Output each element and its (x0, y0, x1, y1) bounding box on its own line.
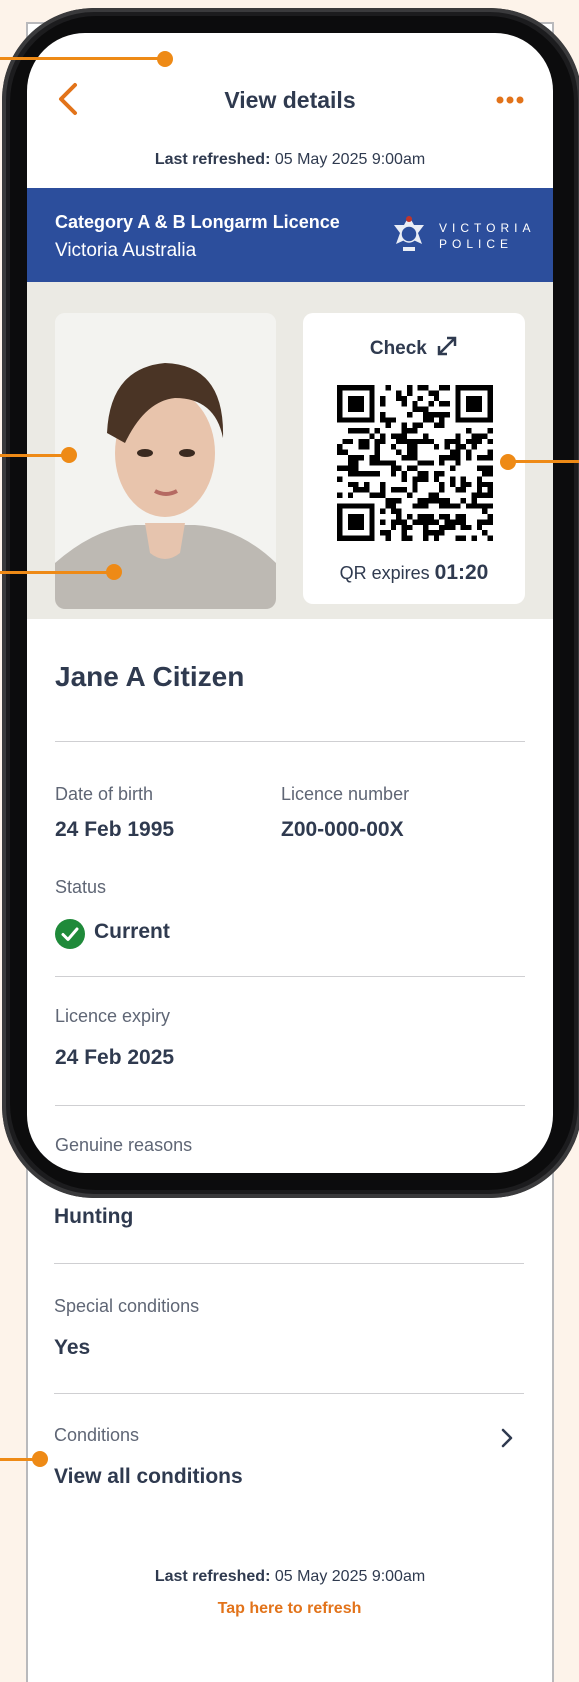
divider (55, 741, 525, 742)
expand-icon[interactable] (436, 335, 458, 357)
page-title: View details (224, 87, 356, 113)
holder-photo-image (55, 313, 276, 609)
status-value: Current (94, 920, 170, 943)
genuine-reasons-label: Genuine reasons (55, 1135, 193, 1155)
special-conditions-label: Special conditions (54, 1296, 200, 1316)
last-refreshed-label: Last refreshed: (154, 1568, 271, 1585)
callout-line (0, 571, 115, 574)
licence-number-label: Licence number (281, 784, 410, 804)
licence-number-value: Z00-000-00X (281, 818, 404, 841)
nav-bar: View details Last refreshed: 05 May 2025… (27, 33, 553, 183)
licence-jurisdiction: Victoria Australia (55, 240, 197, 261)
callout-marker (157, 51, 173, 67)
callout-marker (61, 447, 77, 463)
qr-expiry-label: QR expires (339, 563, 430, 583)
conditions-label: Conditions (54, 1425, 140, 1445)
police-wordmark-line2: POLICE (439, 237, 514, 251)
callout-line (0, 454, 70, 457)
callout-line (505, 460, 579, 463)
dob-value: 24 Feb 1995 (55, 818, 175, 841)
divider (54, 1393, 524, 1394)
callout-marker (500, 454, 516, 470)
last-refreshed-value: 05 May 2025 9:00am (274, 151, 426, 168)
licence-banner: Category A & B Longarm Licence Victoria … (27, 188, 553, 282)
qr-expiry-timer: 01:20 (434, 561, 489, 584)
last-refreshed-label: Last refreshed: (154, 151, 271, 168)
holder-name: Jane A Citizen (55, 661, 245, 692)
divider (55, 976, 525, 977)
last-refreshed: Last refreshed: 05 May 2025 9:00am (27, 151, 553, 169)
status-label: Status (55, 877, 107, 897)
qr-card[interactable]: Check QR expires 01:20 (303, 313, 525, 604)
divider (55, 1105, 525, 1106)
qr-code (337, 385, 493, 541)
licence-category: Category A & B Longarm Licence (55, 212, 340, 232)
qr-check-header[interactable]: Check (303, 335, 525, 360)
phone-screen: View details Last refreshed: 05 May 2025… (27, 33, 553, 1173)
licence-expiry-label: Licence expiry (55, 1006, 171, 1026)
callout-marker (106, 564, 122, 580)
licence-expiry-value: 24 Feb 2025 (55, 1046, 175, 1069)
divider (54, 1263, 524, 1264)
chevron-right-icon[interactable] (500, 1428, 514, 1448)
last-refreshed-value: 05 May 2025 9:00am (274, 1568, 426, 1585)
police-wordmark: VICTORIA POLICE (439, 220, 535, 252)
view-all-conditions-link[interactable]: View all conditions (54, 1465, 243, 1489)
last-refreshed-footer: Last refreshed: 05 May 2025 9:00am (26, 1568, 554, 1586)
police-wordmark-line1: VICTORIA (439, 221, 536, 235)
dob-label: Date of birth (55, 784, 154, 804)
tap-to-refresh-link[interactable]: Tap here to refresh (0, 1600, 579, 1618)
holder-photo (55, 313, 276, 609)
special-conditions-value: Yes (54, 1336, 91, 1359)
qr-check-label: Check (369, 338, 427, 359)
police-star-logo (394, 216, 424, 251)
genuine-reasons-value: Hunting (54, 1205, 134, 1228)
check-circle-icon (55, 919, 85, 949)
more-dots-icon[interactable] (495, 93, 525, 107)
callout-line (0, 57, 160, 60)
qr-expiry: QR expires 01:20 (303, 561, 525, 585)
callout-marker (32, 1451, 48, 1467)
